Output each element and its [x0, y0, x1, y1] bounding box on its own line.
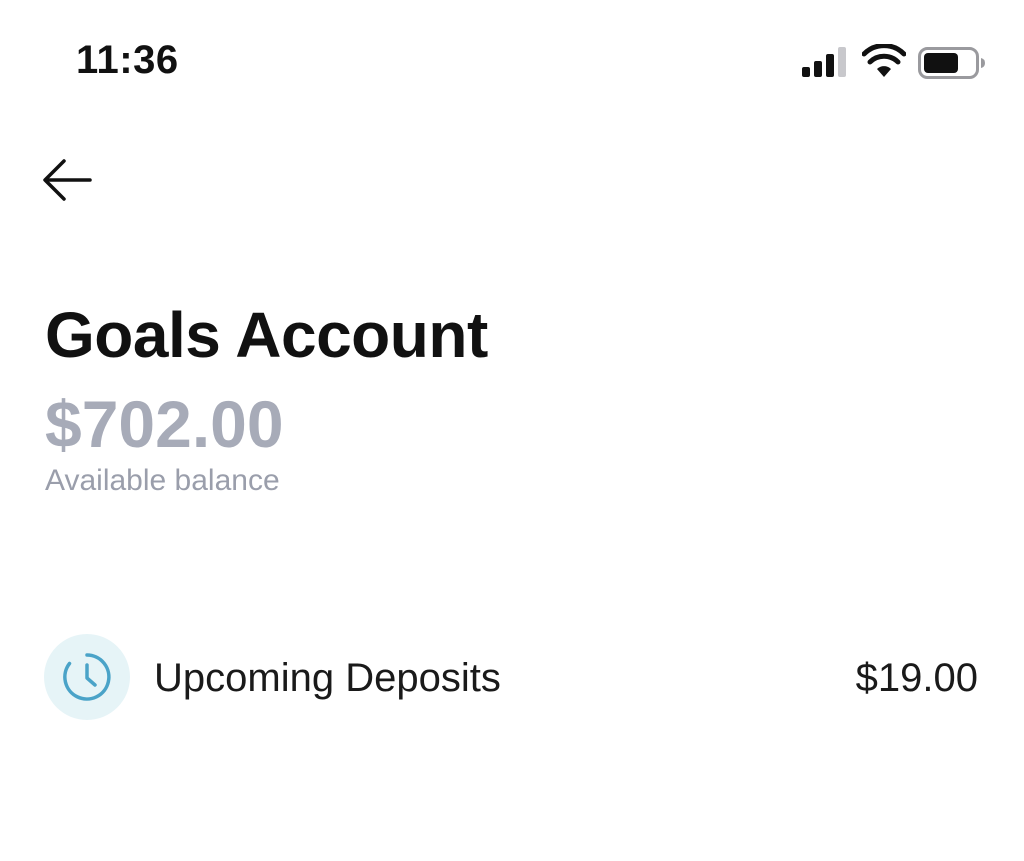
- upcoming-deposits-row[interactable]: Upcoming Deposits $19.00: [44, 632, 982, 722]
- arrow-left-icon: [43, 159, 92, 201]
- upcoming-deposits-amount: $19.00: [855, 656, 978, 700]
- clock-icon: [63, 653, 111, 701]
- upcoming-deposits-label: Upcoming Deposits: [154, 656, 501, 700]
- page-title: Goals Account: [45, 299, 488, 371]
- cellular-signal-icon: [802, 47, 846, 77]
- back-button[interactable]: [34, 150, 100, 210]
- available-balance-amount: $702.00: [45, 387, 284, 461]
- available-balance-label: Available balance: [45, 464, 280, 497]
- status-bar: 11:36: [0, 0, 1024, 120]
- status-time: 11:36: [76, 38, 179, 82]
- battery-icon: [918, 47, 985, 79]
- clock-icon-badge: [44, 634, 130, 720]
- wifi-icon: [862, 44, 906, 77]
